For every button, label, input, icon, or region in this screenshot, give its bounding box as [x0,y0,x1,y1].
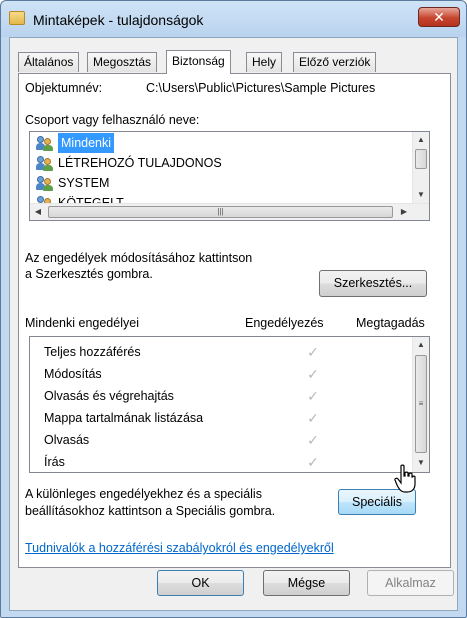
group-vertical-scrollbar[interactable]: ▲ ▼ [412,132,429,204]
tab-general[interactable]: Általános [18,52,80,72]
checkmark-icon: ✓ [307,432,319,448]
folder-icon [9,11,25,25]
title-bar[interactable]: Mintaképek - tulajdonságok ✕ [1,1,466,37]
tab-security[interactable]: Biztonság [166,50,231,74]
users-icon [36,175,54,191]
permissions-vertical-scrollbar[interactable]: ▲ ≡ ▼ [412,337,429,472]
ok-button[interactable]: OK [157,570,244,596]
checkmark-icon: ✓ [307,344,319,360]
table-row: Teljes hozzáférés ✓ [30,341,413,363]
close-button[interactable]: ✕ [418,7,460,27]
permissions-label: Mindenki engedélyei [25,316,139,330]
list-item[interactable]: SYSTEM [32,173,414,193]
edit-button[interactable]: Szerkesztés... [319,270,427,297]
permission-name: Írás [44,455,65,469]
permission-name: Olvasás [44,433,90,447]
scroll-up-arrow-icon[interactable]: ▲ [413,337,429,353]
scroll-down-arrow-icon[interactable]: ▼ [413,187,429,203]
table-row: Írás ✓ [30,451,413,472]
scroll-thumb[interactable] [415,149,427,169]
group-horizontal-scrollbar[interactable]: ◀ ||| ▶ [30,203,429,220]
cancel-button[interactable]: Mégse [263,570,350,596]
list-item[interactable]: Mindenki [32,133,414,153]
permission-name: Módosítás [44,367,102,381]
table-row: Módosítás ✓ [30,363,413,385]
group-name: SYSTEM [58,176,110,190]
permissions-listbox: Teljes hozzáférés ✓ Módosítás ✓ Olvasás … [29,336,430,473]
tab-sharing[interactable]: Megosztás [87,52,158,72]
users-icon [36,135,54,151]
permission-name: Mappa tartalmának listázása [44,411,204,425]
table-row: Olvasás és végrehajtás ✓ [30,385,413,407]
scroll-thumb[interactable]: ≡ [415,355,427,453]
users-icon [36,155,54,171]
security-panel: Objektumnév: C:\Users\Public\Pictures\Sa… [18,73,451,568]
object-name-value: C:\Users\Public\Pictures\Sample Pictures [146,81,376,95]
list-item[interactable]: LÉTREHOZÓ TULAJDONOS [32,153,414,173]
checkmark-icon: ✓ [307,410,319,426]
scroll-right-arrow-icon[interactable]: ▶ [396,204,412,220]
tab-previous-versions[interactable]: Előző verziók [293,52,377,72]
edit-hint-line1: Az engedélyek módosításához kattintson [25,251,253,265]
edit-hint-line2: a Szerkesztés gombra. [25,267,153,281]
table-row: Mappa tartalmának listázása ✓ [30,407,413,429]
group-list-label: Csoport vagy felhasználó neve: [25,113,200,127]
hand-cursor-icon [394,464,416,493]
apply-button[interactable]: Alkalmaz [367,570,454,596]
deny-column-header: Megtagadás [356,316,425,330]
special-hint-line2: beállításokhoz kattintson a Speciális go… [25,504,276,518]
permission-name: Olvasás és végrehajtás [44,389,174,403]
special-hint-line1: A különleges engedélyekhez és a speciáli… [25,487,262,501]
permission-name: Teljes hozzáférés [44,345,141,359]
dialog-client: Általános Megosztás Biztonság Hely Előző… [9,37,458,611]
access-control-help-link[interactable]: Tudnivalók a hozzáférési szabályokról és… [25,541,334,555]
object-name-label: Objektumnév: [25,81,103,95]
checkmark-icon: ✓ [307,388,319,404]
horizontal-scroll-thumb[interactable]: ||| [48,206,393,218]
scroll-up-arrow-icon[interactable]: ▲ [413,132,429,148]
checkmark-icon: ✓ [307,454,319,470]
scroll-left-arrow-icon[interactable]: ◀ [30,204,46,220]
table-row: Olvasás ✓ [30,429,413,451]
group-listbox[interactable]: Mindenki LÉTREHOZÓ TULAJDONOS SYSTEM KÖT… [29,131,430,221]
group-name: LÉTREHOZÓ TULAJDONOS [58,156,222,170]
tab-location[interactable]: Hely [246,52,283,72]
group-name: Mindenki [58,133,115,153]
window-title: Mintaképek - tulajdonságok [33,12,204,28]
properties-window: Mintaképek - tulajdonságok ✕ Általános M… [0,0,467,618]
checkmark-icon: ✓ [307,366,319,382]
allow-column-header: Engedélyezés [245,316,324,330]
